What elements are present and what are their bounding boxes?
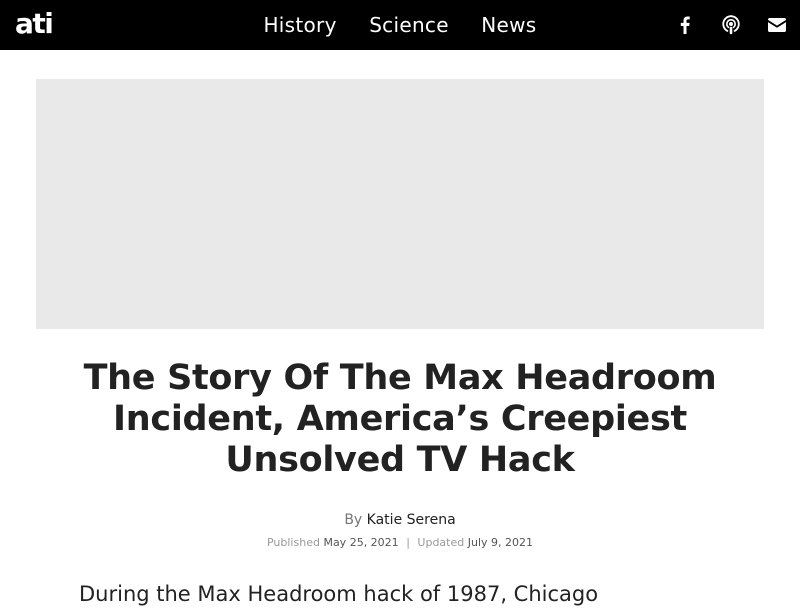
hero-image-placeholder [36, 79, 764, 329]
podcast-icon[interactable] [708, 0, 754, 50]
updated-label: Updated [417, 536, 465, 549]
published-date: May 25, 2021 [323, 536, 399, 549]
article-dates: Published May 25, 2021 | Updated July 9,… [0, 536, 800, 549]
nav-link-news[interactable]: News [481, 0, 536, 50]
author-link[interactable]: Katie Serena [367, 512, 456, 528]
facebook-icon[interactable] [662, 0, 708, 50]
email-icon[interactable] [754, 0, 800, 50]
nav-link-history[interactable]: History [263, 0, 336, 50]
updated-date: July 9, 2021 [467, 536, 533, 549]
published-label: Published [266, 536, 320, 549]
site-logo[interactable]: ati [15, 6, 54, 42]
article-lede: During the Max Headroom hack of 1987, Ch… [79, 582, 599, 606]
nav-link-science[interactable]: Science [369, 0, 449, 50]
article-byline: By Katie Serena [0, 512, 800, 528]
date-separator: | [406, 536, 410, 549]
social-links [662, 0, 800, 50]
byline-label: By [344, 512, 363, 528]
top-navigation-bar: ati History Science News [0, 0, 800, 50]
article-title: The Story Of The Max Headroom Incident, … [83, 358, 717, 480]
